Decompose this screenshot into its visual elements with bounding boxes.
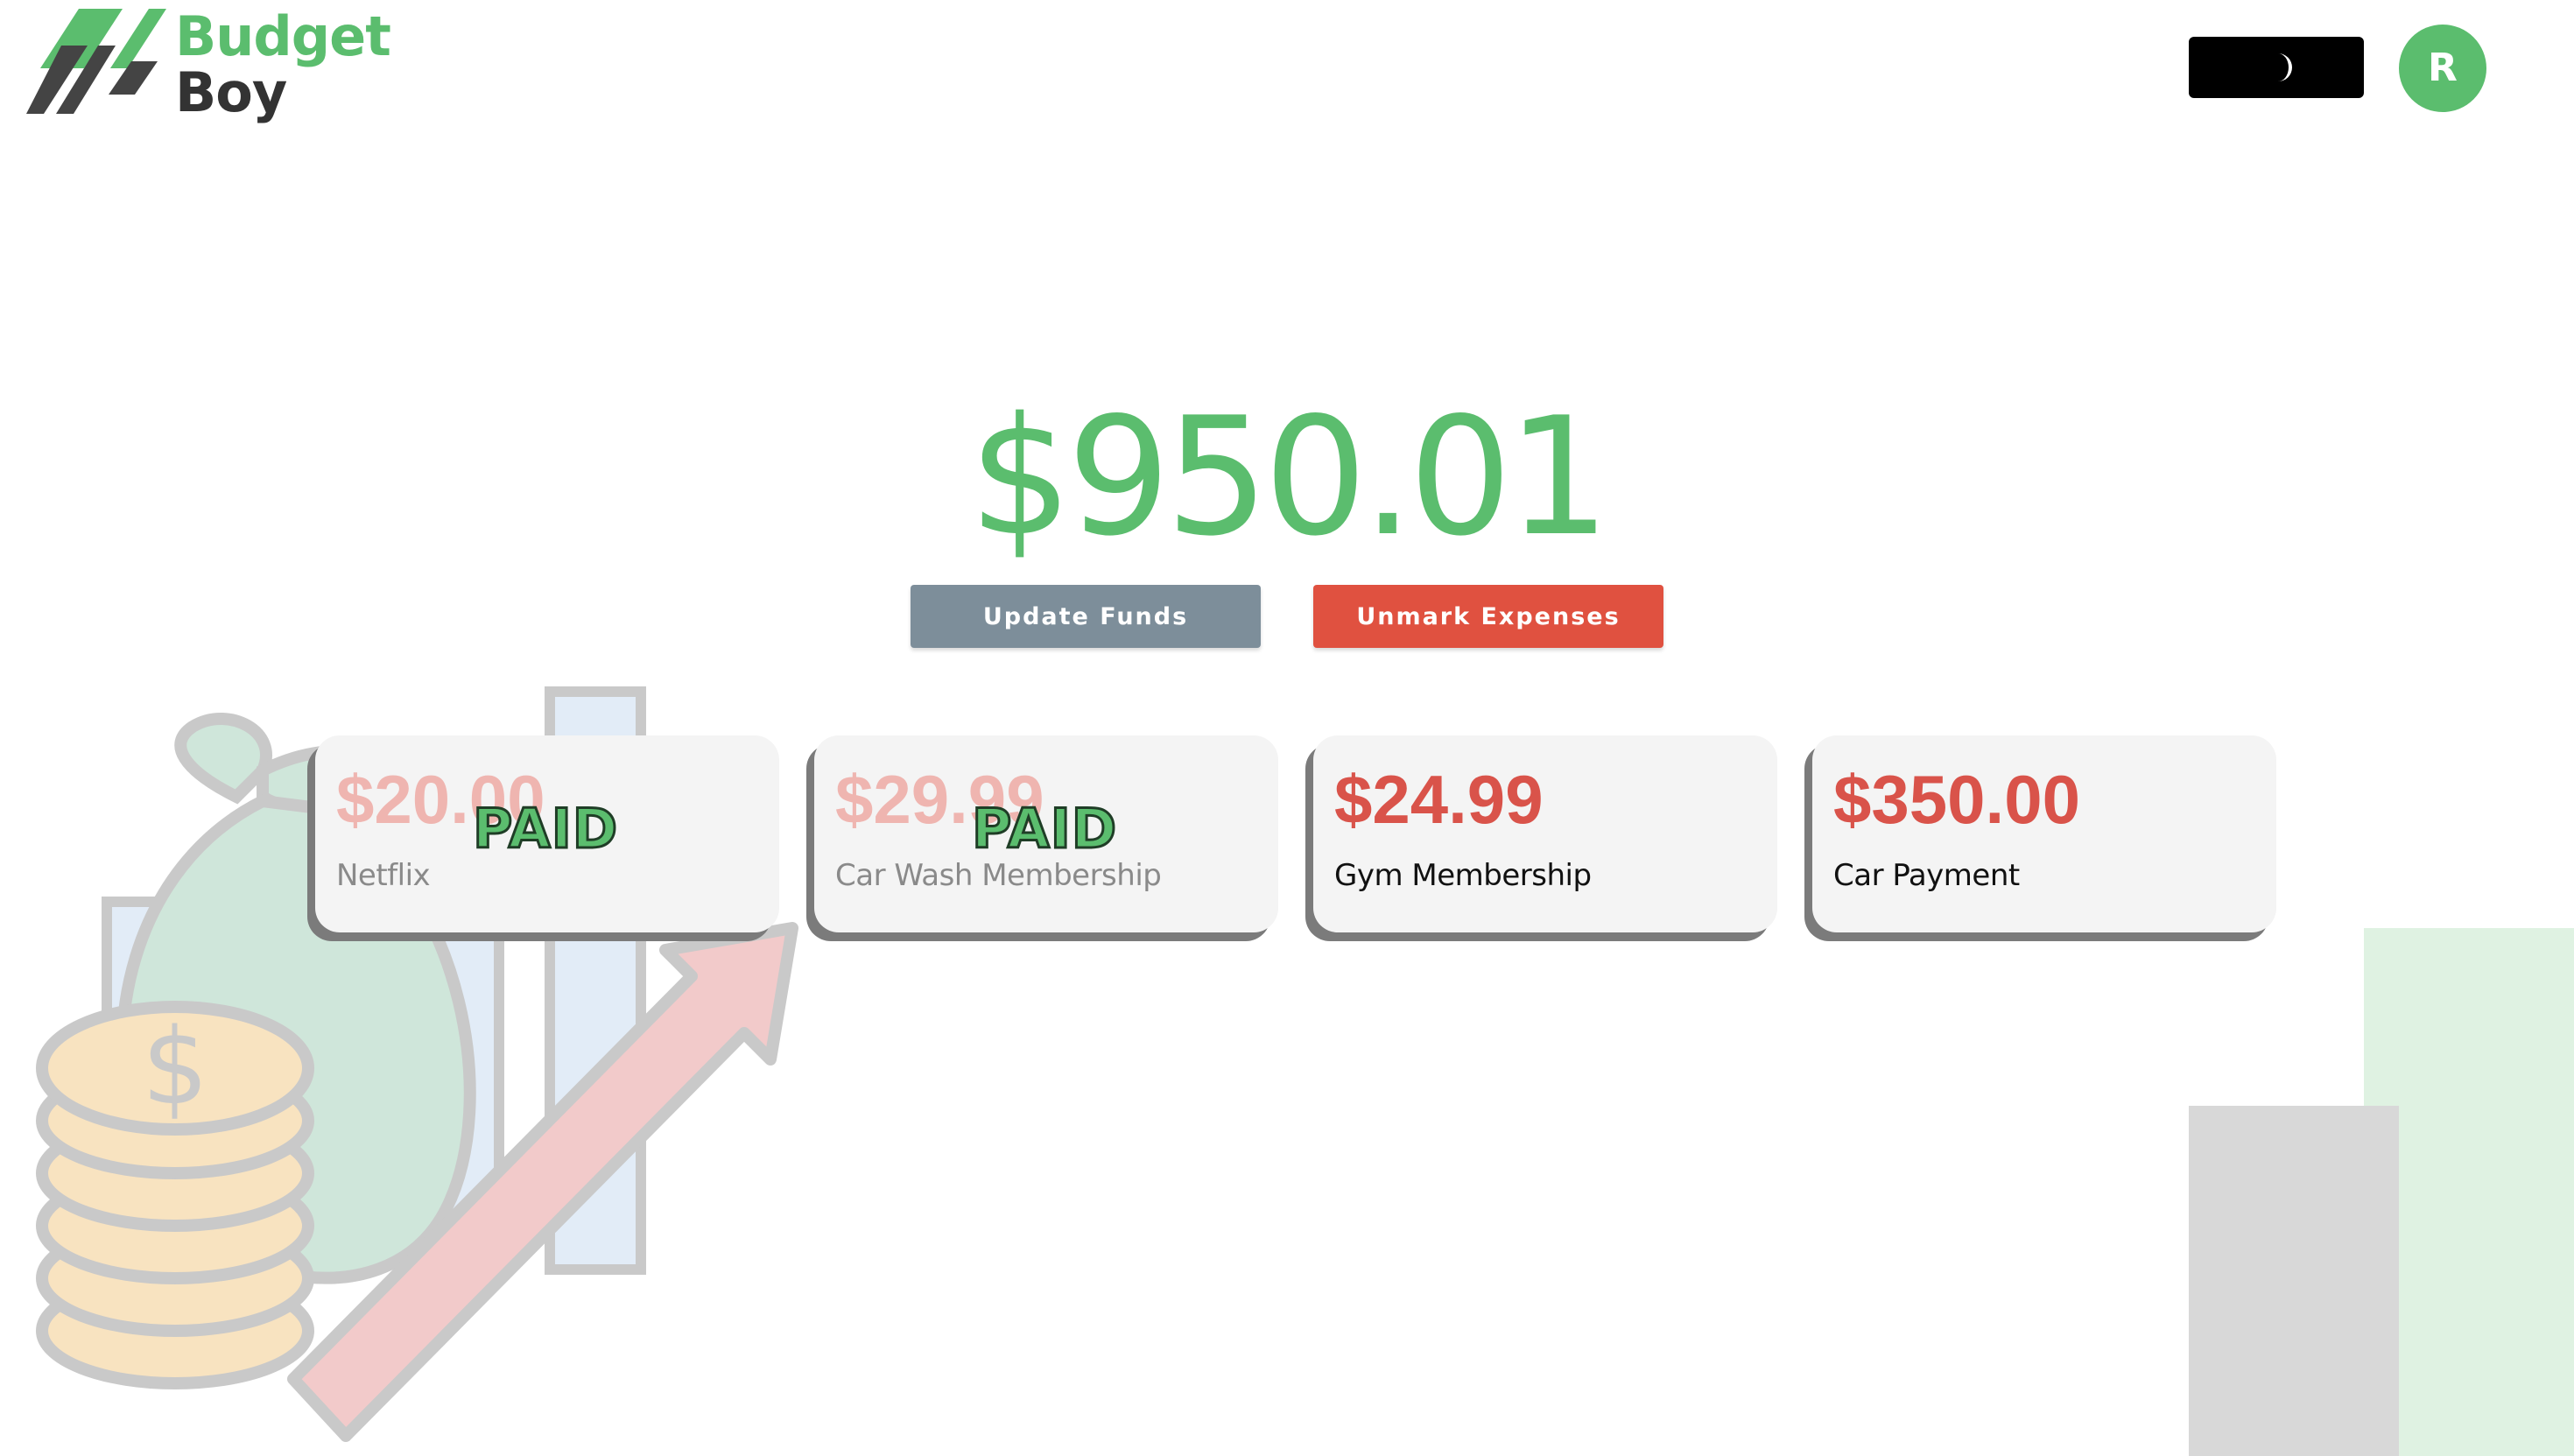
expense-amount: $350.00 <box>1833 761 2080 838</box>
svg-text:$: $ <box>142 1007 208 1129</box>
brand-name: Budget Boy <box>175 4 391 124</box>
bar-decoration <box>2189 928 2574 1456</box>
expense-amount: $24.99 <box>1334 761 1544 838</box>
expense-name: Car Wash Membership <box>835 858 1162 893</box>
paid-badge: PAID <box>471 797 619 861</box>
brand-line-1: Budget <box>175 4 391 68</box>
expense-name: Gym Membership <box>1334 858 1592 893</box>
coin-stack-icon: $ <box>36 1001 314 1389</box>
brand-line-2: Boy <box>175 60 287 124</box>
expense-card[interactable]: $29.99 Car Wash Membership PAID <box>814 735 1278 932</box>
budget-dashboard: $ Budget Boy R $950.01 Update Funds Unma <box>0 0 2574 1456</box>
brand-logo[interactable]: Budget Boy <box>26 9 394 123</box>
expense-card[interactable]: $350.00 Car Payment <box>1812 735 2276 932</box>
moon-icon <box>2278 53 2292 81</box>
expense-card[interactable]: $20.00 Netflix PAID <box>315 735 779 932</box>
expense-name: Car Payment <box>1833 858 2020 893</box>
theme-toggle-button[interactable] <box>2189 37 2364 98</box>
stripes-logo-icon <box>26 9 166 114</box>
user-avatar[interactable]: R <box>2399 25 2486 112</box>
expense-card[interactable]: $24.99 Gym Membership <box>1313 735 1777 932</box>
balance-amount: $950.01 <box>968 382 1610 572</box>
paid-badge: PAID <box>970 797 1118 861</box>
unmark-expenses-button[interactable]: Unmark Expenses <box>1313 585 1663 648</box>
expense-name: Netflix <box>336 858 431 893</box>
update-funds-button[interactable]: Update Funds <box>911 585 1261 648</box>
